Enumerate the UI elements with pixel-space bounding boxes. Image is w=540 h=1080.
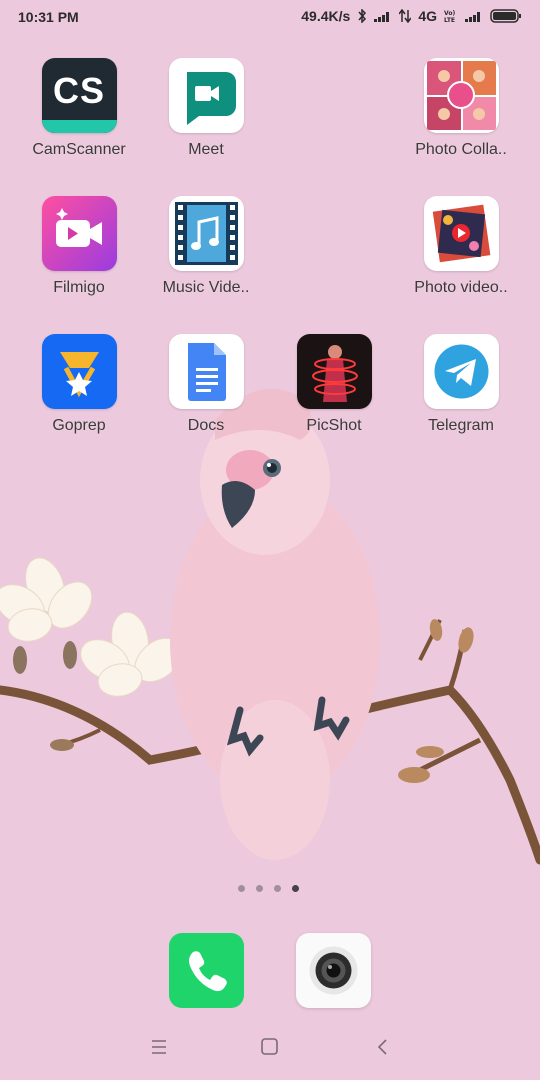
status-bar: 10:31 PM 49.4K/s 4G Vo) LTE (0, 0, 540, 34)
app-photo-collage[interactable]: Photo Colla.. (397, 58, 525, 159)
svg-text:LTE: LTE (444, 17, 455, 23)
signal-icon (465, 12, 480, 22)
network-type: 4G (418, 8, 437, 24)
page-dot[interactable] (238, 885, 245, 892)
telegram-icon (423, 334, 499, 409)
page-dot[interactable] (274, 885, 281, 892)
app-label: Photo Colla.. (415, 141, 507, 158)
app-goprep[interactable]: Goprep (15, 334, 143, 435)
docs-icon (168, 334, 244, 409)
app-photo-video[interactable]: Photo video.. (397, 196, 525, 297)
svg-text:Vo): Vo) (444, 10, 455, 17)
network-speed: 49.4K/s (301, 8, 351, 24)
app-telegram[interactable]: Telegram (397, 334, 525, 435)
menu-icon[interactable] (150, 1035, 168, 1059)
picshot-icon (296, 334, 372, 409)
app-label: Filmigo (53, 279, 105, 296)
status-icons: 49.4K/s 4G Vo) LTE (301, 8, 522, 24)
app-label: CamScanner (32, 141, 126, 158)
app-label: PicShot (306, 417, 362, 434)
app-label: Docs (187, 417, 225, 434)
dock-camera-app[interactable] (296, 933, 371, 1008)
navigation-bar (0, 1035, 540, 1065)
app-filmigo[interactable]: Filmigo (15, 196, 143, 297)
app-label: Music Vide.. (162, 279, 250, 296)
camera-icon (309, 946, 358, 995)
app-label: Telegram (428, 417, 494, 434)
app-docs[interactable]: Docs (142, 334, 270, 435)
home-icon[interactable] (260, 1035, 280, 1059)
page-dot[interactable] (256, 885, 263, 892)
app-label: Goprep (52, 417, 106, 434)
camscanner-icon: CS (41, 58, 117, 133)
app-camscanner[interactable]: CS CamScanner (15, 58, 143, 159)
back-icon[interactable] (376, 1035, 390, 1059)
photo-collage-icon (423, 58, 499, 133)
app-music-video[interactable]: Music Vide.. (142, 196, 270, 297)
app-label: Meet (188, 141, 224, 158)
app-meet[interactable]: Meet (142, 58, 270, 159)
battery-icon (490, 9, 521, 23)
wallpaper (0, 388, 540, 865)
data-arrows-icon (399, 9, 412, 23)
phone-icon (189, 951, 227, 992)
bluetooth-icon (358, 9, 367, 23)
filmigo-icon (41, 196, 117, 271)
goprep-icon (41, 334, 117, 409)
music-video-icon (168, 196, 244, 271)
dock-phone-app[interactable] (169, 933, 244, 1008)
page-dot-active[interactable] (292, 885, 299, 892)
app-label: Photo video.. (414, 279, 508, 296)
status-time: 10:31 PM (18, 9, 79, 25)
signal-icon (374, 12, 390, 22)
meet-icon (168, 58, 244, 133)
photo-video-icon (423, 196, 499, 271)
app-picshot[interactable]: PicShot (270, 334, 398, 435)
volte-icon: Vo)LTE (444, 10, 455, 23)
page-indicator (238, 885, 299, 892)
